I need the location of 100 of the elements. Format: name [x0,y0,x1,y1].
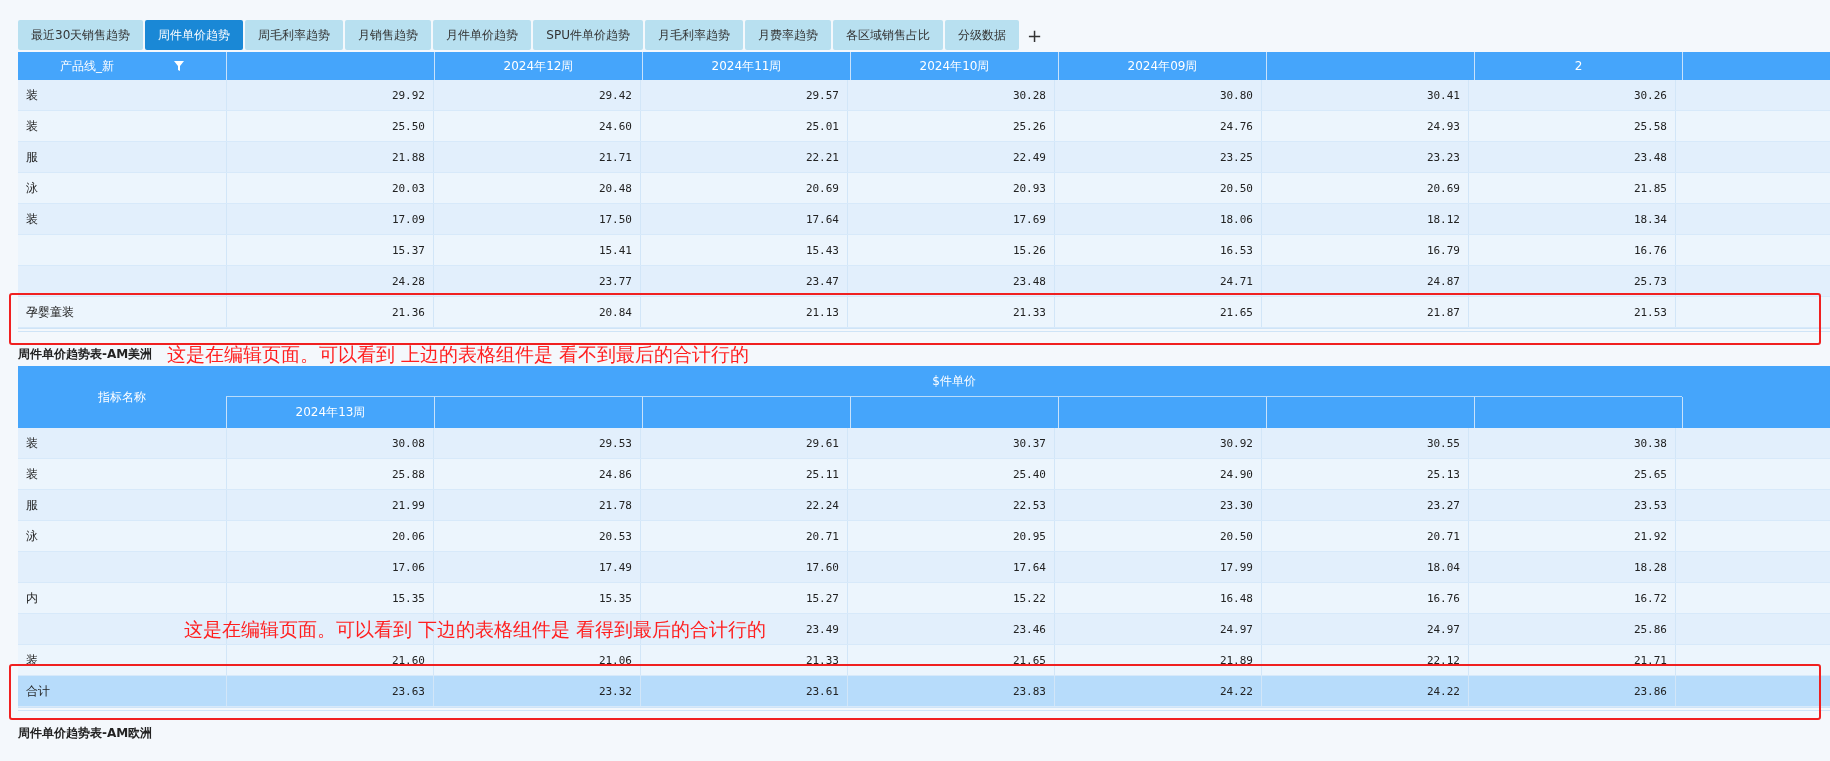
table-cell: 25.50 [226,111,433,141]
table-cell: 18.34 [1468,204,1675,234]
table-cell: 25.40 [847,459,1054,489]
table-title: 周件单价趋势表-AM欧洲 [18,724,153,742]
tab[interactable]: 最近30天销售趋势 [18,20,144,50]
tab[interactable]: SPU件单价趋势 [533,20,643,50]
table-cell: 21.53 [1468,297,1675,327]
table-cell: 23.30 [1054,490,1261,520]
table-cell: 17.60 [640,552,847,582]
table-cell: 21.88 [226,142,433,172]
table-cell: 20.48 [433,173,640,203]
table-cell: 22.12 [1261,645,1468,675]
row-label: 合计 [25,682,51,700]
table-cell: 22.53 [847,490,1054,520]
row-label: 内 [25,589,39,607]
table-cell: 23.32 [433,676,640,706]
row-label: 泳 [25,527,39,545]
table-cell: 21.89 [1054,645,1261,675]
table-cell: 20.06 [226,521,433,551]
table-cell: 21.13 [640,297,847,327]
tab[interactable]: 月费率趋势 [744,20,831,50]
table-cell: 15.35 [226,583,433,613]
table-cell: 24.71 [1054,266,1261,296]
table-cell: 16.48 [1054,583,1261,613]
table-cell: 25.73 [1468,266,1675,296]
tab[interactable]: 周毛利率趋势 [245,20,344,50]
tab[interactable]: 各区域销售占比 [832,20,943,50]
row-label: 装 [25,117,39,135]
table-cell: 24.93 [1261,111,1468,141]
tab[interactable]: 周件单价趋势 [145,20,244,50]
table-cell: 25.26 [847,111,1054,141]
table-cell: 21.65 [1054,297,1261,327]
table-cell: 21.65 [847,645,1054,675]
table-cell: 21.71 [1468,645,1675,675]
table-cell: 18.12 [1261,204,1468,234]
table-cell: 30.28 [847,80,1054,110]
table-cell: 30.80 [1054,80,1261,110]
row-label: 装 [25,465,39,483]
table-cell: 15.22 [847,583,1054,613]
table-cell: 17.99 [1054,552,1261,582]
table-cell: 17.06 [226,552,433,582]
table-cell: 20.53 [433,521,640,551]
column-header: 产品线_新 [18,52,226,80]
row-label: 装 [25,86,39,104]
table-cell: 18.04 [1261,552,1468,582]
tab[interactable]: 月件单价趋势 [433,20,532,50]
table-cell: 17.69 [847,204,1054,234]
table-cell: 21.99 [226,490,433,520]
table-cell: 25.88 [226,459,433,489]
row-label: 装 [25,210,39,228]
table-cell: 25.01 [640,111,847,141]
table-cell: 17.64 [640,204,847,234]
table-cell: 23.46 [847,614,1054,644]
row-label: 装 [25,434,39,452]
column-header: 指标名称 [97,388,147,406]
table-cell: 20.84 [433,297,640,327]
table-cell: 17.09 [226,204,433,234]
table-cell: 21.36 [226,297,433,327]
row-label: 服 [25,496,39,514]
table-cell: 21.33 [640,645,847,675]
table-cell: 30.41 [1261,80,1468,110]
table-cell: 20.95 [847,521,1054,551]
tab[interactable]: 分级数据 [944,20,1019,50]
table-title: 周件单价趋势表-AM美洲 [18,345,153,363]
table-cell: 29.61 [640,428,847,458]
table-cell: 25.65 [1468,459,1675,489]
table-cell: 16.53 [1054,235,1261,265]
table-cell: 22.49 [847,142,1054,172]
table-cell: 21.60 [226,645,433,675]
add-tab-button[interactable]: + [1020,20,1048,50]
tab[interactable]: 月销售趋势 [345,20,432,50]
table-cell: 17.49 [433,552,640,582]
table-cell: 30.55 [1261,428,1468,458]
table-cell: 21.78 [433,490,640,520]
table-cell: 15.41 [433,235,640,265]
table-cell: 21.06 [433,645,640,675]
table-cell: 23.25 [1054,142,1261,172]
table-cell: 15.27 [640,583,847,613]
table-cell: 20.69 [1261,173,1468,203]
tab[interactable]: 月毛利率趋势 [644,20,743,50]
column-group-header: $件单价 [226,366,1682,397]
table-cell: 20.93 [847,173,1054,203]
table-cell: 24.86 [433,459,640,489]
table-cell: 23.61 [640,676,847,706]
table-cell: 24.22 [1054,676,1261,706]
table-cell: 30.38 [1468,428,1675,458]
table-cell: 20.50 [1054,173,1261,203]
table-cell: 23.27 [1261,490,1468,520]
table-cell: 30.37 [847,428,1054,458]
table-cell: 15.26 [847,235,1054,265]
filter-icon[interactable] [174,61,184,71]
table-cell: 25.11 [640,459,847,489]
table-cell: 20.71 [640,521,847,551]
table-cell: 29.92 [226,80,433,110]
table-cell: 25.58 [1468,111,1675,141]
table-cell: 29.42 [433,80,640,110]
table-cell: 24.97 [1054,614,1261,644]
table-cell: 15.35 [433,583,640,613]
table-cell: 22.24 [640,490,847,520]
table-cell: 15.43 [640,235,847,265]
